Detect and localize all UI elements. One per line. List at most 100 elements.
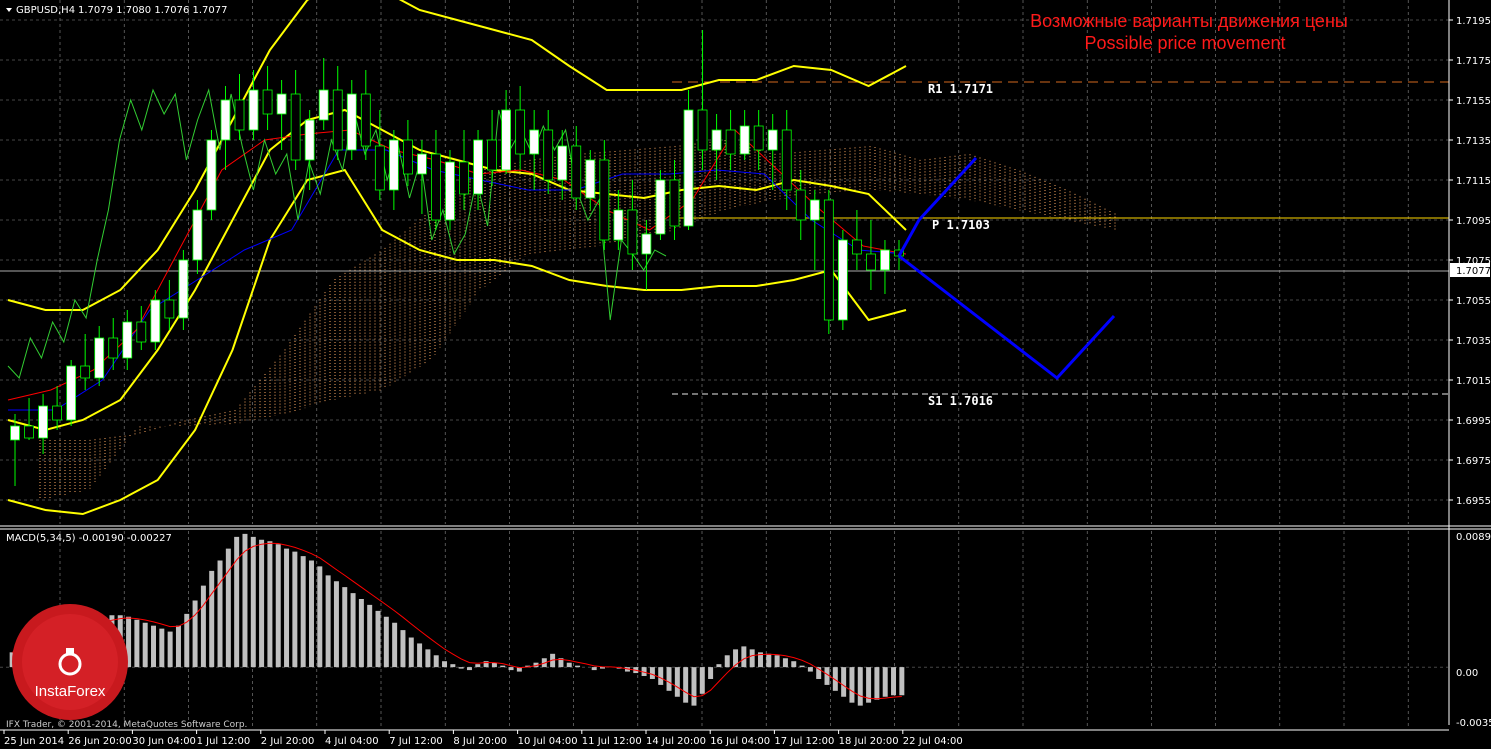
symbol-header[interactable]: GBPUSD,H4 1.7079 1.7080 1.7076 1.7077 [6, 5, 228, 16]
time-tick: 26 Jun 20:00 [68, 736, 132, 747]
candle-body [374, 145, 385, 191]
price-tick: 1.7095 [1456, 216, 1491, 227]
annotation-title-ru: Возможные варианты движения цены [1030, 11, 1348, 31]
candle-body [571, 145, 582, 199]
candle-body [543, 129, 554, 181]
candle-body [360, 93, 371, 147]
candle-body [781, 129, 792, 191]
candle-body [164, 299, 175, 319]
candle-body [697, 109, 708, 151]
candle-body [220, 99, 231, 141]
macd-tick-top: 0.00899 [1456, 532, 1491, 543]
price-tick: 1.7195 [1456, 16, 1491, 27]
candle-body [150, 299, 161, 343]
time-tick: 11 Jul 12:00 [582, 736, 642, 747]
price-tick: 1.7175 [1456, 56, 1491, 67]
p-label: P 1.7103 [932, 218, 990, 232]
price-tick: 1.7035 [1456, 336, 1491, 347]
time-tick: 7 Jul 12:00 [389, 736, 443, 747]
time-tick: 18 Jul 20:00 [839, 736, 899, 747]
candle-body [599, 159, 610, 241]
candle-body [192, 209, 203, 261]
candle-body [136, 321, 147, 343]
macd-tick-zero: 0.00 [1456, 668, 1478, 679]
price-tick: 1.7015 [1456, 376, 1491, 387]
candle-body [655, 179, 666, 235]
candle-body [585, 159, 596, 199]
candle-body [641, 233, 652, 255]
price-chart[interactable]: R1 1.7171 P 1.7103 S1 1.7016 Возможные в… [0, 0, 1491, 749]
time-tick: 22 Jul 04:00 [903, 736, 963, 747]
chart-window[interactable]: R1 1.7171 P 1.7103 S1 1.7016 Возможные в… [0, 0, 1491, 749]
candle-body [431, 153, 441, 221]
time-tick: 8 Jul 20:00 [453, 736, 507, 747]
time-tick: 4 Jul 04:00 [325, 736, 379, 747]
candle-body [332, 89, 343, 151]
candle-body [24, 425, 34, 439]
price-tick: 1.6995 [1456, 416, 1491, 427]
candle-body [290, 93, 301, 161]
candle-body [52, 405, 62, 421]
candle-body [66, 365, 77, 421]
annotation-title-en: Possible price movement [1084, 33, 1285, 53]
candle-body [683, 109, 694, 227]
candle-body [206, 139, 217, 211]
candle-body [248, 89, 259, 131]
time-tick: 30 Jun 04:00 [132, 736, 196, 747]
candle-body [880, 249, 890, 271]
candle-body [501, 109, 511, 171]
candle-body [823, 199, 834, 321]
time-tick: 10 Jul 04:00 [518, 736, 578, 747]
symbol-label: GBPUSD,H4 [16, 5, 75, 16]
candle-body [515, 109, 526, 155]
time-tick: 16 Jul 04:00 [710, 736, 770, 747]
candle-body [627, 209, 638, 255]
price-tick: 1.7055 [1456, 296, 1491, 307]
candle-body [557, 145, 568, 181]
price-tick: 1.7115 [1456, 176, 1491, 187]
candle-body [178, 259, 189, 319]
macd-label: MACD(5,34,5) -0.00190 -0.00227 [6, 533, 172, 544]
candle-body [122, 321, 133, 359]
time-tick: 14 Jul 20:00 [646, 736, 706, 747]
candle-body [487, 139, 497, 171]
price-tick: 1.6955 [1456, 496, 1491, 507]
candle-body [304, 119, 315, 161]
candle-body [38, 405, 48, 439]
candle-body [403, 139, 413, 175]
ohlc-values: 1.7079 1.7080 1.7076 1.7077 [78, 5, 228, 16]
price-tick: 1.7155 [1456, 96, 1491, 107]
candle-body [80, 365, 91, 379]
candle-body [767, 129, 778, 151]
candle-body [725, 129, 736, 155]
candle-body [837, 239, 848, 321]
s1-label: S1 1.7016 [928, 394, 993, 408]
candle-body [473, 139, 483, 195]
candle-body [613, 209, 624, 241]
time-tick: 2 Jul 20:00 [261, 736, 315, 747]
candle-body [276, 93, 287, 115]
r1-label: R1 1.7171 [928, 82, 993, 96]
candle-body [669, 179, 680, 227]
candle-body [711, 129, 722, 151]
candle-body [10, 425, 20, 441]
candle-body [234, 99, 245, 131]
copyright-text: IFX Trader, © 2001-2014, MetaQuotes Soft… [6, 720, 247, 730]
candle-body [795, 189, 806, 221]
candle-body [318, 89, 329, 121]
candle-body [108, 337, 119, 359]
candle-body [866, 253, 876, 271]
candle-body [388, 139, 399, 191]
time-tick: 17 Jul 12:00 [774, 736, 834, 747]
candle-body [809, 199, 820, 221]
time-tick: 1 Jul 12:00 [197, 736, 251, 747]
candle-body [94, 337, 105, 379]
time-tick: 25 Jun 2014 [4, 736, 64, 747]
candle-body [529, 129, 540, 155]
price-tick: 1.6975 [1456, 456, 1491, 467]
candle-body [445, 161, 455, 221]
instaforex-logo-icon: InstaForex [12, 604, 128, 720]
candle-body [346, 93, 357, 151]
candle-body [739, 125, 750, 155]
price-tick: 1.7135 [1456, 136, 1491, 147]
